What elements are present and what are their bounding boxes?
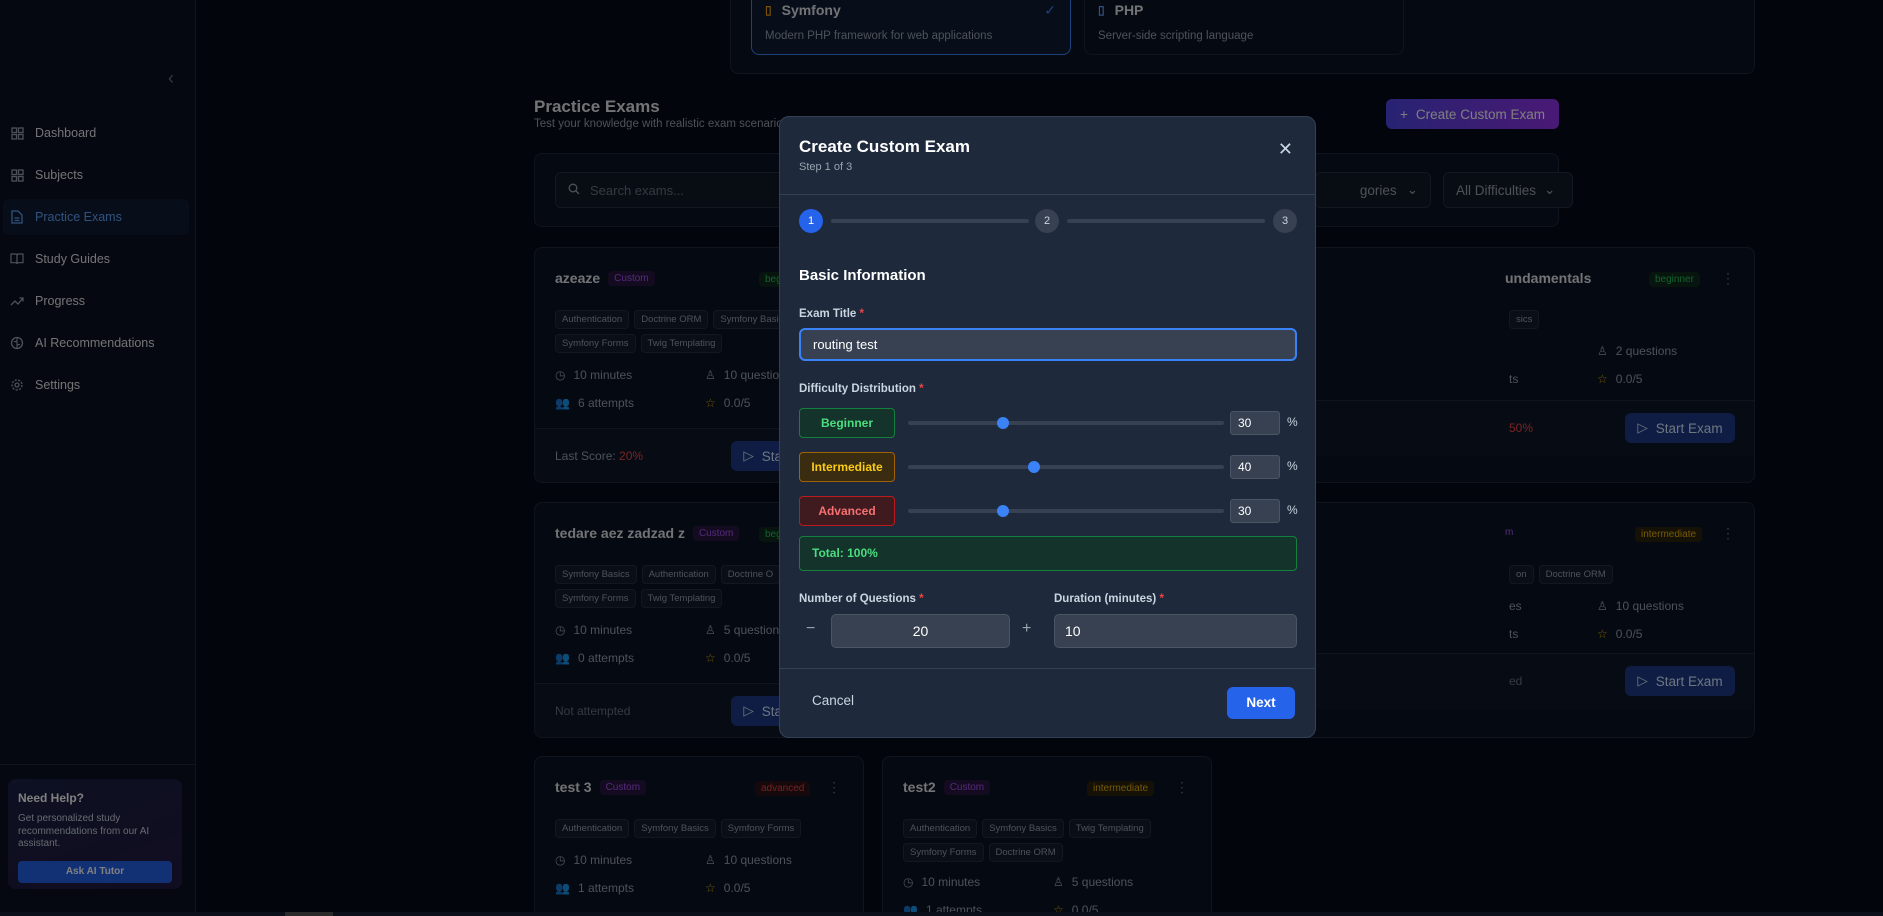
percent-sign: %: [1287, 503, 1298, 517]
percent-sign: %: [1287, 459, 1298, 473]
cancel-button[interactable]: Cancel: [812, 693, 854, 708]
difficulty-distribution-label: Difficulty Distribution *: [799, 383, 924, 395]
percent-sign: %: [1287, 415, 1298, 429]
duration-label: Duration (minutes) *: [1054, 593, 1164, 605]
intermediate-percent-input[interactable]: 40: [1230, 455, 1280, 479]
next-button[interactable]: Next: [1227, 687, 1295, 719]
total-percentage: Total: 100%: [799, 536, 1297, 571]
step-connector: [1067, 219, 1265, 223]
exam-title-label: Exam Title *: [799, 308, 865, 320]
step-1: 1: [799, 209, 823, 233]
distribution-row-intermediate: Intermediate 40 %: [799, 452, 1298, 482]
advanced-percent-input[interactable]: 30: [1230, 499, 1280, 523]
intermediate-badge: Intermediate: [799, 452, 895, 482]
distribution-row-beginner: Beginner 30 %: [799, 408, 1298, 438]
modal-footer: Cancel Next: [780, 668, 1315, 739]
questions-stepper[interactable]: 20: [831, 614, 1010, 648]
advanced-slider[interactable]: [908, 505, 1224, 517]
close-icon[interactable]: ✕: [1278, 139, 1293, 160]
slider-thumb[interactable]: [996, 417, 1009, 429]
decrement-button[interactable]: −: [806, 620, 815, 638]
step-3: 3: [1273, 209, 1297, 233]
section-title: Basic Information: [799, 267, 926, 284]
increment-button[interactable]: +: [1022, 620, 1031, 638]
beginner-percent-input[interactable]: 30: [1230, 411, 1280, 435]
stepper: 1 2 3: [799, 209, 1297, 233]
modal-header: Create Custom Exam Step 1 of 3 ✕: [780, 117, 1315, 195]
beginner-slider[interactable]: [908, 417, 1224, 429]
duration-input[interactable]: 10: [1054, 614, 1297, 648]
beginner-badge: Beginner: [799, 408, 895, 438]
distribution-row-advanced: Advanced 30 %: [799, 496, 1298, 526]
create-custom-exam-modal: Create Custom Exam Step 1 of 3 ✕ 1 2 3 B…: [779, 116, 1316, 738]
modal-step-text: Step 1 of 3: [799, 161, 853, 173]
slider-thumb[interactable]: [1028, 461, 1041, 473]
scrollbar-thumb[interactable]: [285, 912, 333, 916]
slider-thumb[interactable]: [996, 505, 1009, 517]
modal-title: Create Custom Exam: [799, 137, 971, 156]
number-of-questions-label: Number of Questions *: [799, 593, 924, 605]
step-connector: [831, 219, 1029, 223]
step-2: 2: [1035, 209, 1059, 233]
horizontal-scrollbar[interactable]: [0, 912, 1883, 916]
intermediate-slider[interactable]: [908, 461, 1224, 473]
exam-title-input[interactable]: routing test: [799, 328, 1297, 361]
advanced-badge: Advanced: [799, 496, 895, 526]
